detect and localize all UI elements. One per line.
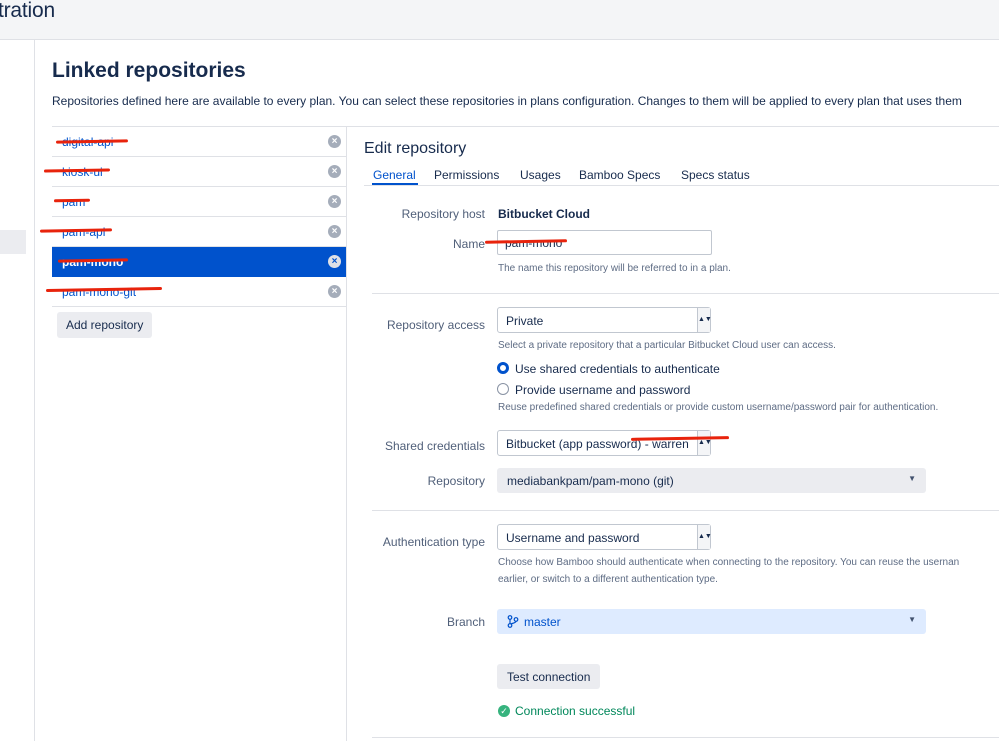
shared-credentials-label: Shared credentials (384, 439, 485, 453)
main-content: Linked repositories Repositories defined… (35, 40, 999, 741)
tab-bamboo-specs[interactable]: Bamboo Specs (579, 168, 660, 182)
credentials-hint: Reuse predefined shared credentials or p… (498, 402, 939, 413)
remove-icon[interactable]: × (328, 285, 341, 298)
chevron-down-icon: ▼ (908, 474, 916, 483)
section-divider (372, 737, 999, 738)
repo-item-pam-api[interactable]: pam-api × (52, 217, 347, 247)
section-divider (372, 510, 999, 511)
select-arrows-icon: ▲▼ (697, 308, 712, 332)
remove-icon[interactable]: × (328, 135, 341, 148)
tab-permissions[interactable]: Permissions (434, 168, 499, 182)
remove-icon[interactable]: × (328, 165, 341, 178)
select-arrows-icon: ▲▼ (697, 525, 712, 549)
edit-repository-title: Edit repository (364, 140, 467, 157)
repository-access-value: Private (506, 314, 544, 328)
repo-item-pam[interactable]: pam × (52, 187, 347, 217)
tab-bar: General Permissions Usages Bamboo Specs … (364, 166, 999, 186)
test-connection-button[interactable]: Test connection (497, 664, 601, 689)
authentication-type-value: Username and password (506, 531, 640, 545)
connection-status-text: Connection successful (515, 704, 636, 718)
section-divider (372, 293, 999, 294)
repository-access-hint: Select a private repository that a parti… (498, 340, 836, 351)
radio-shared-credentials[interactable] (497, 362, 509, 374)
radio-username-password-label[interactable]: Provide username and password (515, 383, 690, 397)
active-tab-indicator (372, 183, 418, 185)
left-nav (0, 40, 35, 741)
branch-label: Branch (446, 615, 485, 629)
branch-icon (507, 615, 519, 628)
repository-select[interactable]: mediabankpam/pam-mono (git) ▼ (497, 468, 926, 493)
top-bar: tration (0, 0, 999, 40)
left-nav-selected-item[interactable] (0, 230, 26, 254)
chevron-down-icon: ▼ (908, 615, 916, 624)
repository-access-select[interactable]: Private ▲▼ (497, 307, 712, 333)
authentication-type-label: Authentication type (382, 535, 485, 549)
tab-specs-status[interactable]: Specs status (681, 168, 750, 182)
repo-item-kiosk-ui[interactable]: kiosk-ui × (52, 157, 347, 187)
tab-general[interactable]: General (373, 168, 416, 182)
name-label: Name (452, 237, 485, 251)
repository-label: Repository (427, 474, 485, 488)
branch-value: master (524, 615, 561, 629)
header-title: tration (0, 0, 55, 22)
repository-host-label: Repository host (401, 207, 485, 221)
radio-username-password[interactable] (497, 383, 509, 395)
repository-host-value: Bitbucket Cloud (498, 207, 590, 221)
remove-icon[interactable]: × (328, 255, 341, 268)
repository-value: mediabankpam/pam-mono (git) (507, 474, 674, 488)
success-check-icon: ✓ (498, 705, 510, 717)
authentication-hint-line-1: Choose how Bamboo should authenticate wh… (498, 557, 960, 568)
redaction-mark (53, 198, 91, 203)
tab-usages[interactable]: Usages (520, 168, 561, 182)
repository-access-label: Repository access (386, 318, 485, 332)
name-hint: The name this repository will be referre… (498, 263, 731, 274)
page-description: Repositories defined here are available … (52, 94, 962, 108)
authentication-hint-line-2: earlier, or switch to a different authen… (498, 574, 718, 585)
authentication-type-select[interactable]: Username and password ▲▼ (497, 524, 712, 550)
repo-item-pam-mono[interactable]: pam-mono × (52, 247, 347, 277)
shared-credentials-select[interactable]: Bitbucket (app password) - warren ▲▼ (497, 430, 712, 456)
page-title: Linked repositories (52, 59, 246, 82)
branch-select[interactable]: master ▼ (497, 609, 926, 634)
select-arrows-icon: ▲▼ (697, 431, 712, 455)
repository-list: digital-api × kiosk-ui × pam × pam-api ×… (39, 127, 347, 307)
add-repository-button[interactable]: Add repository (57, 312, 153, 338)
repo-item-pam-mono-git[interactable]: pam-mono-git × (52, 277, 347, 307)
radio-shared-credentials-label[interactable]: Use shared credentials to authenticate (515, 362, 720, 376)
